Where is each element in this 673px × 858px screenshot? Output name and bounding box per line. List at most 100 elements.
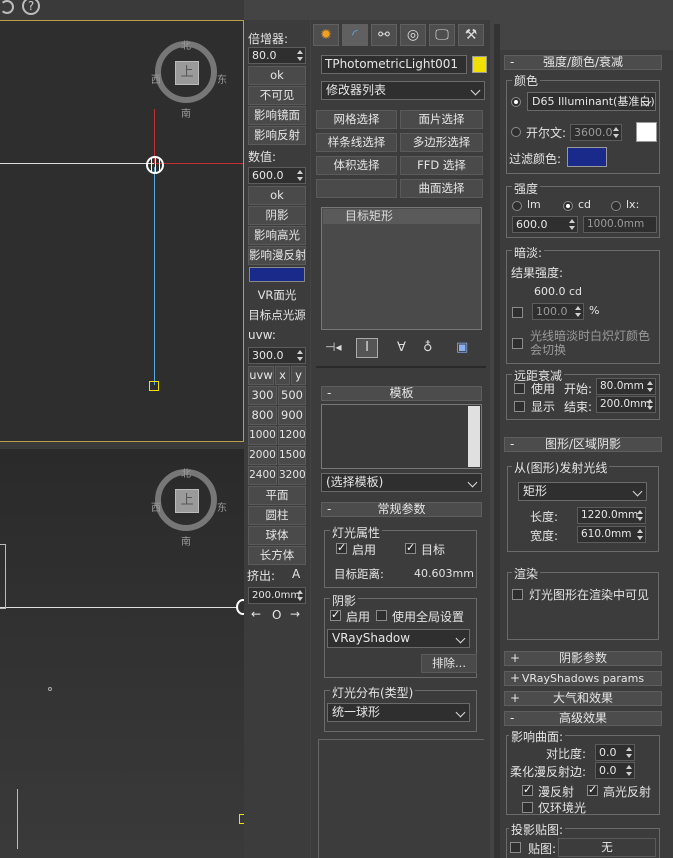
lm-radio[interactable]	[512, 201, 522, 211]
spline-select-button[interactable]: 样条线选择	[316, 133, 397, 152]
color-swatch[interactable]	[249, 267, 305, 282]
vray-shadow-params-header[interactable]: + VRayShadows params	[504, 671, 662, 686]
pin-stack-icon[interactable]: ⊣◂	[325, 340, 341, 354]
create-tab-icon[interactable]: ✹	[313, 24, 339, 46]
spinner-arrows-icon[interactable]	[626, 764, 633, 777]
size-button[interactable]: 2000	[248, 446, 277, 465]
ffd-select-button[interactable]: FFD 选择	[400, 156, 483, 175]
shape-dropdown[interactable]: 矩形	[518, 482, 647, 501]
viewport-top[interactable]: 上 北 南 西 东	[0, 20, 244, 442]
advanced-header[interactable]: - 高级效果	[504, 711, 662, 726]
affect-reflection-button[interactable]: 影响反射	[248, 126, 306, 145]
affect-diffuse-button[interactable]: 影响漫反射	[248, 246, 306, 265]
hierarchy-tab-icon[interactable]: ⚯	[371, 24, 397, 46]
vr-plane-button[interactable]: VR面光	[248, 286, 306, 305]
kelvin-radio[interactable]	[511, 127, 521, 137]
shadow-params-header[interactable]: + 阴影参数	[504, 651, 662, 666]
cylinder-button[interactable]: 圆柱	[248, 506, 306, 525]
display-tab-icon[interactable]: 🖵	[429, 24, 455, 46]
viewport-separator[interactable]	[0, 442, 244, 449]
viewcube-face[interactable]: 上	[175, 489, 199, 513]
filter-color-swatch[interactable]	[567, 147, 607, 167]
motion-tab-icon[interactable]: ◎	[400, 24, 426, 46]
cd-radio[interactable]	[563, 201, 573, 211]
spinner-arrows-icon[interactable]	[647, 398, 654, 411]
length-spinner[interactable]: 1220.0mm	[577, 507, 646, 524]
extrude-a-label[interactable]: A	[292, 567, 300, 581]
general-rollout-header[interactable]: - 常规参数	[321, 502, 482, 517]
spinner-arrows-icon[interactable]	[575, 305, 582, 318]
spinner-arrows-icon[interactable]	[297, 49, 304, 62]
soften-spinner[interactable]: 0.0	[595, 762, 635, 779]
render-visible-checkbox[interactable]	[512, 589, 523, 600]
viewcube-face[interactable]: 上	[175, 61, 199, 85]
poly-select-button[interactable]: 多边形选择	[400, 133, 483, 152]
kelvin-color-swatch[interactable]	[636, 122, 657, 142]
surface-select-button[interactable]: 曲面选择	[400, 179, 483, 198]
use-atten-checkbox[interactable]	[514, 383, 525, 394]
size-button[interactable]: 800	[248, 406, 277, 425]
template-rollout-header[interactable]: - 模板	[321, 386, 482, 401]
ok-button-2[interactable]: ok	[248, 186, 306, 205]
use-global-checkbox[interactable]	[376, 610, 387, 621]
width-spinner[interactable]: 610.0mm	[577, 526, 646, 543]
start-spinner[interactable]: 80.0mm	[596, 378, 656, 395]
target-checkbox[interactable]	[405, 541, 416, 554]
end-spinner[interactable]: 200.0mm	[596, 396, 656, 413]
make-unique-icon[interactable]: ∀	[397, 340, 406, 355]
x-button[interactable]: x	[275, 366, 290, 385]
size-button[interactable]: 1500	[278, 446, 306, 465]
viewport-bottom[interactable]: 上 北 南 西 东	[0, 449, 250, 858]
shadow-enable-checkbox[interactable]	[330, 608, 341, 621]
patch-select-button[interactable]: 面片选择	[400, 110, 483, 129]
configure-sets-icon[interactable]: ▣	[456, 340, 468, 355]
modifier-list-dropdown[interactable]: 修改器列表	[321, 81, 485, 100]
light-enable-checkbox[interactable]	[336, 541, 347, 554]
spinner-arrows-icon[interactable]	[626, 746, 633, 759]
exclude-button[interactable]: 排除...	[421, 654, 477, 673]
size-button[interactable]: 1000	[248, 426, 277, 445]
target-point-light-button[interactable]: 目标点光源	[245, 306, 309, 325]
box-button[interactable]: 长方体	[248, 546, 306, 565]
template-list[interactable]	[321, 404, 482, 469]
map-none-button[interactable]: 无	[558, 838, 656, 857]
diffuse-checkbox[interactable]	[522, 783, 533, 796]
ok-button[interactable]: ok	[248, 66, 306, 85]
size-button[interactable]: 300	[248, 386, 277, 405]
affect-specular-button[interactable]: 影响高光	[248, 226, 306, 245]
contrast-spinner[interactable]: 0.0	[595, 744, 635, 761]
shadow-button[interactable]: 阴影	[248, 206, 306, 225]
y-button[interactable]: y	[291, 366, 306, 385]
help-icon[interactable]: ?	[22, 0, 40, 15]
uvw-button[interactable]: uvw	[248, 366, 274, 385]
intensity-spinner[interactable]: 600.0	[512, 216, 578, 233]
kelvin-spinner[interactable]: 3600.0	[570, 124, 622, 141]
affect-mirror-button[interactable]: 影响镜面	[248, 106, 306, 125]
circle-icon[interactable]	[0, 0, 14, 14]
object-name-field[interactable]: TPhotometricLight001	[321, 55, 467, 74]
sphere-button[interactable]: 球体	[248, 526, 306, 545]
size-button[interactable]: 3200	[278, 466, 306, 485]
value-spinner[interactable]: 600.0	[248, 167, 306, 184]
show-end-result-icon[interactable]: Ⅰ	[356, 338, 378, 358]
preset-radio[interactable]	[511, 97, 521, 107]
panel-splitter[interactable]	[494, 24, 500, 858]
specular-checkbox[interactable]	[587, 783, 598, 796]
ambient-only-checkbox[interactable]	[522, 802, 533, 813]
utilities-tab-icon[interactable]: ⚒	[458, 24, 484, 46]
volume-select-button[interactable]: 体积选择	[316, 156, 397, 175]
distribution-dropdown[interactable]: 统一球形	[327, 703, 470, 722]
modifier-stack[interactable]: 目标矩形	[321, 207, 482, 330]
mesh-select-button[interactable]: 网格选择	[316, 110, 397, 129]
light-gizmo-icon[interactable]	[146, 156, 164, 174]
color-preset-dropdown[interactable]: D65 Illuminant(基准白)	[527, 92, 656, 111]
object-color-swatch[interactable]	[472, 56, 487, 73]
incandescent-checkbox[interactable]	[512, 338, 523, 349]
size-button[interactable]: 1200	[278, 426, 306, 445]
size-button[interactable]: 2400	[248, 466, 277, 485]
multiplier-spinner[interactable]: 80.0	[248, 47, 306, 64]
plane-button[interactable]: 平面	[248, 486, 306, 505]
light-target-handle[interactable]	[149, 381, 159, 391]
shape-rollout-header[interactable]: - 图形/区域阴影	[504, 437, 662, 452]
spinner-arrows-icon[interactable]	[647, 380, 654, 393]
